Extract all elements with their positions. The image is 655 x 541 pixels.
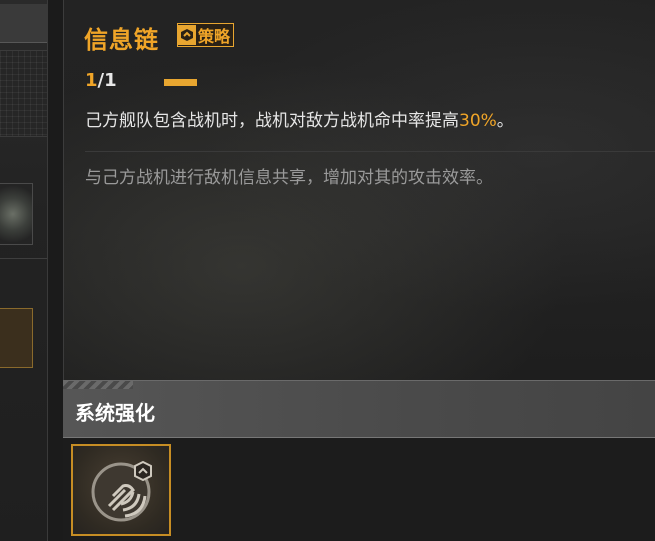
signal-chain-icon [91,460,152,522]
effect-end: 。 [496,111,514,131]
section-title: 系统强化 [75,401,155,425]
side-panel-grid [0,50,47,137]
skill-effect: 己方舰队包含战机时，战机对敌方战机命中率提高30%。 [85,106,514,131]
level-total: /1 [97,70,117,91]
skill-flavor-text: 与己方战机进行敌机信息共享，增加对其的攻击效率。 [85,168,493,188]
divider [85,151,655,152]
upgrade-slot[interactable] [71,444,171,536]
level-current: 1 [85,70,98,91]
header-stripes [63,381,133,389]
strategy-tag-icon [178,25,196,45]
side-panel [0,0,48,541]
ship-thumbnail[interactable] [0,183,33,245]
strategy-tag: 策略 [177,23,235,47]
section-header: 系统强化 [63,380,655,439]
divider [0,258,47,259]
side-panel-header[interactable] [0,4,47,43]
tag-label: 策略 [198,27,231,46]
skill-title: 信息链 [84,26,159,54]
skill-level: 1/1 [85,70,117,91]
effect-value: 30% [459,111,497,131]
level-bar [164,79,197,86]
skill-detail-panel: 信息链 策略 1/1 己方舰队包含战机时，战机对敌方战机命中率提高30%。 与己… [63,0,655,380]
effect-text: 己方舰队包含战机时，战机对敌方战机命中率提高 [85,111,459,131]
selected-slot[interactable] [0,308,33,368]
